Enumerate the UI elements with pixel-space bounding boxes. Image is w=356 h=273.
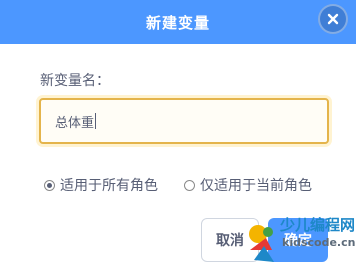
variable-name-input[interactable]: 总体重 — [39, 98, 329, 144]
close-icon — [327, 13, 339, 25]
variable-name-label: 新变量名： — [40, 73, 110, 89]
dialog-header: 新建变量 — [0, 0, 356, 44]
variable-name-value: 总体重 — [55, 115, 95, 131]
option-all-sprites[interactable]: 适用于所有角色 — [44, 175, 158, 195]
dialog-title: 新建变量 — [145, 13, 210, 32]
text-caret — [95, 113, 97, 129]
close-button[interactable] — [318, 4, 348, 34]
option-this-sprite-only[interactable]: 仅适用于当前角色 — [184, 175, 312, 195]
ok-button[interactable]: 确定 — [268, 218, 328, 262]
option-this-sprite-only-label: 仅适用于当前角色 — [200, 178, 312, 194]
cancel-button[interactable]: 取消 — [201, 218, 259, 262]
option-all-sprites-label: 适用于所有角色 — [60, 178, 158, 194]
radio-checked-icon[interactable] — [44, 179, 55, 191]
dialog-body: 新变量名： 总体重 适用于所有角色 仅适用于当前角色 取消 确定 — [0, 44, 356, 273]
radio-unchecked-icon[interactable] — [184, 179, 195, 191]
